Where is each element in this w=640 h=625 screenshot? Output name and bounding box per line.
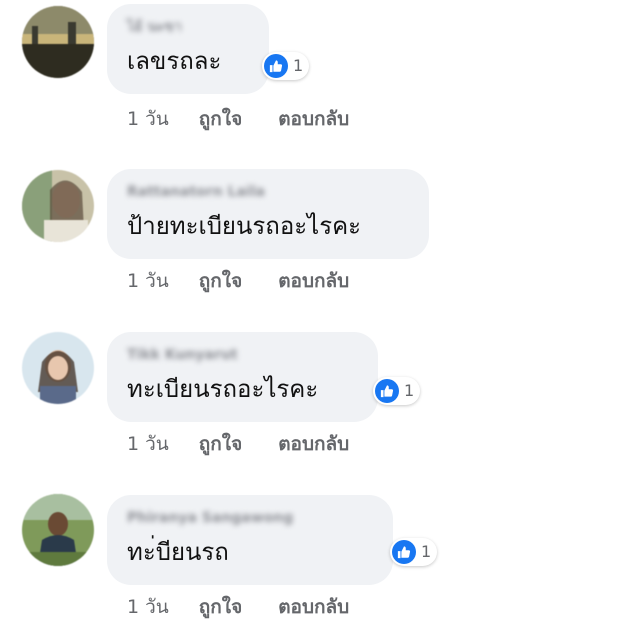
- thumbs-up-icon: [375, 379, 399, 403]
- comment-text: ทะเบียนรถอะไรคะ: [127, 375, 319, 403]
- thumbs-up-icon: [392, 540, 416, 564]
- comment-actions: 1 วัน ถูกใจ ตอบกลับ: [127, 592, 349, 622]
- reaction-badge[interactable]: 1: [390, 538, 438, 566]
- like-button[interactable]: ถูกใจ: [199, 592, 242, 622]
- avatar[interactable]: [22, 494, 94, 566]
- reaction-count: 1: [293, 56, 304, 75]
- reply-button[interactable]: ตอบกลับ: [278, 266, 349, 296]
- comment-text: เลขรถละ: [127, 47, 222, 75]
- thumbs-up-icon: [264, 54, 288, 78]
- comment-text: ทะ่บียนรถ: [127, 538, 229, 566]
- comment-actions: 1 วัน ถูกใจ ตอบกลับ: [127, 429, 349, 459]
- reaction-count: 1: [421, 542, 432, 561]
- avatar[interactable]: [22, 6, 94, 78]
- like-button[interactable]: ถูกใจ: [199, 104, 242, 134]
- comment-author[interactable]: Tikk Kunyarut: [127, 346, 358, 364]
- timestamp[interactable]: 1 วัน: [127, 592, 169, 622]
- like-button[interactable]: ถูกใจ: [199, 266, 242, 296]
- reaction-badge[interactable]: 1: [262, 52, 310, 80]
- avatar[interactable]: [22, 170, 94, 242]
- comment-text: ป้ายทะเบียนรถอะไรคะ: [127, 212, 362, 240]
- reply-button[interactable]: ตอบกลับ: [278, 592, 349, 622]
- reply-button[interactable]: ตอบกลับ: [278, 429, 349, 459]
- comment-bubble: ไอ้ นะขา เลขรถละ: [107, 4, 269, 94]
- like-button[interactable]: ถูกใจ: [199, 429, 242, 459]
- comment-author[interactable]: ไอ้ นะขา: [127, 18, 249, 36]
- comment-bubble: Phiranya Sangawong ทะ่บียนรถ: [107, 495, 393, 585]
- reaction-count: 1: [404, 381, 415, 400]
- timestamp[interactable]: 1 วัน: [127, 104, 169, 134]
- reaction-badge[interactable]: 1: [373, 377, 421, 405]
- comment-bubble: Tikk Kunyarut ทะเบียนรถอะไรคะ: [107, 332, 378, 422]
- comment-bubble: Rattanatorn Laila ป้ายทะเบียนรถอะไรคะ: [107, 169, 429, 259]
- comment-author[interactable]: Phiranya Sangawong: [127, 509, 373, 527]
- comment-actions: 1 วัน ถูกใจ ตอบกลับ: [127, 266, 349, 296]
- timestamp[interactable]: 1 วัน: [127, 266, 169, 296]
- comment-actions: 1 วัน ถูกใจ ตอบกลับ: [127, 104, 349, 134]
- avatar[interactable]: [22, 332, 94, 404]
- reply-button[interactable]: ตอบกลับ: [278, 104, 349, 134]
- timestamp[interactable]: 1 วัน: [127, 429, 169, 459]
- comment-author[interactable]: Rattanatorn Laila: [127, 183, 409, 201]
